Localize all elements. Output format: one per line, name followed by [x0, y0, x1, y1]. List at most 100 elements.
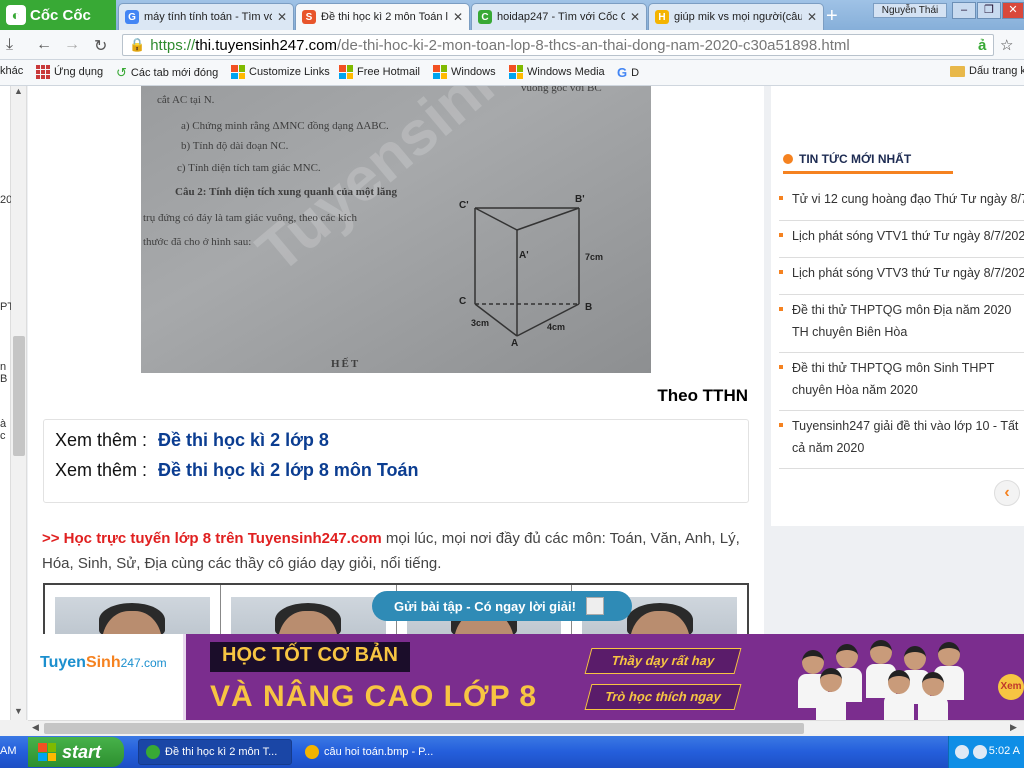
- coccoc-logo-icon: ◐: [6, 5, 26, 25]
- news-item[interactable]: Đề thi thử THPTQG môn Địa năm 2020 TH ch…: [779, 295, 1024, 353]
- taskbar-item-paint[interactable]: câu hoi toán.bmp - P...: [298, 739, 452, 765]
- label-ab: 4cm: [547, 322, 565, 332]
- close-window-button[interactable]: ✕: [1002, 2, 1024, 19]
- reload-button[interactable]: ↻: [94, 36, 107, 56]
- submit-homework-label: Gửi bài tập - Có ngay lời giải!: [394, 598, 576, 614]
- prism-diagram: C' B' A' C B A 7cm 3cm 4cm: [459, 194, 603, 346]
- scroll-up-icon[interactable]: ▲: [14, 86, 23, 96]
- coccoc-icon: C: [478, 10, 492, 24]
- bookmark-free-hotmail[interactable]: Free Hotmail: [339, 65, 420, 79]
- sidebar-heading-text: TIN TỨC MỚI NHẤT: [799, 151, 912, 166]
- forward-button[interactable]: →: [64, 36, 80, 54]
- submit-homework-button[interactable]: Gửi bài tập - Có ngay lời giải!: [372, 591, 632, 621]
- coccoc-translate-icon[interactable]: ả: [978, 37, 986, 54]
- bookmark-label: Customize Links: [249, 66, 330, 78]
- bookmark-windows-media[interactable]: Windows Media: [509, 65, 605, 79]
- scroll-left-icon[interactable]: ◀: [32, 722, 39, 733]
- windows-taskbar: AM start Đề thi học kì 2 môn T... câu ho…: [0, 736, 1024, 768]
- bookmark-windows[interactable]: Windows: [433, 65, 496, 79]
- exam-line: vuông góc với BC: [521, 86, 602, 94]
- minimize-button[interactable]: –: [952, 2, 976, 19]
- browser-brand: Cốc Cốc: [30, 6, 91, 24]
- horizontal-scrollbar[interactable]: ◀ ▶: [28, 720, 1024, 736]
- broken-image-icon: [585, 597, 604, 615]
- see-more-link[interactable]: Đề thi học kì 2 lớp 8: [158, 430, 329, 450]
- scrollbar-thumb[interactable]: [13, 336, 25, 456]
- google-icon: G: [617, 65, 628, 80]
- new-tab-button[interactable]: +: [826, 5, 838, 28]
- bookmark-customize-links[interactable]: Customize Links: [231, 65, 330, 79]
- vertical-scrollbar[interactable]: ▲ ▼: [11, 86, 27, 720]
- browser-logo[interactable]: ◐ Cốc Cốc: [0, 0, 116, 30]
- bookmark-other[interactable]: khác: [0, 65, 23, 77]
- close-tab-icon[interactable]: ✕: [807, 10, 817, 24]
- taskbar-edge-time: AM: [0, 745, 17, 757]
- tab-title: giúp mik vs mọi người(câu h: [674, 11, 802, 23]
- paint-icon: [305, 745, 319, 759]
- scrollbar-thumb[interactable]: [44, 723, 804, 734]
- tab-bar: ◐ Cốc Cốc G máy tính tính toán - Tìm với…: [0, 0, 1024, 30]
- back-button[interactable]: ←: [36, 36, 52, 54]
- sidebar-heading: TIN TỨC MỚI NHẤT: [783, 146, 953, 174]
- article-source: Theo TTHN: [657, 386, 748, 405]
- see-more-prefix: Xem thêm :: [55, 430, 148, 450]
- user-profile-badge[interactable]: Nguyễn Thái: [873, 3, 947, 18]
- address-bar[interactable]: 🔒 https://thi.tuyensinh247.com/de-thi-ho…: [122, 34, 994, 56]
- promo-banner[interactable]: TuyenSinh247.com HỌC TỐT CƠ BẢN VÀ NÂNG …: [28, 634, 1024, 720]
- tab-help-question[interactable]: H giúp mik vs mọi người(câu h ✕: [648, 3, 824, 30]
- bookmark-apps[interactable]: Ứng dụng: [36, 65, 103, 79]
- label-c: C: [459, 296, 466, 307]
- news-item[interactable]: Tử vi 12 cung hoàng đạo Thứ Tư ngày 8/7/…: [779, 184, 1024, 221]
- windows-icon: [509, 65, 523, 79]
- see-more-box: Xem thêm : Đề thi học kì 2 lớp 8 Xem thê…: [43, 419, 749, 503]
- exam-line: cắt AC tại N.: [157, 94, 215, 106]
- hoc24-icon: H: [655, 10, 669, 24]
- page-viewport: 20 PT n B à c ▲ ▼ Tuyensinh vuông góc vớ…: [0, 86, 1024, 720]
- banner-view-button[interactable]: Xem: [998, 674, 1024, 700]
- start-label: start: [62, 741, 102, 762]
- label-c1: C': [459, 200, 469, 211]
- close-tab-icon[interactable]: ✕: [453, 10, 463, 24]
- bookmark-other-folder[interactable]: Dấu trang k: [950, 65, 1024, 77]
- tuyensinh-icon: S: [302, 10, 316, 24]
- maximize-button[interactable]: ❐: [977, 2, 1001, 19]
- bookmark-recent-tabs[interactable]: ↺ Các tab mới đóng: [116, 65, 218, 81]
- bookmark-star-icon[interactable]: ☆: [1000, 36, 1013, 54]
- taskbar-clock[interactable]: 5:02 A: [989, 745, 1020, 757]
- windows-icon: [231, 65, 245, 79]
- bookmarks-bar: khác Ứng dụng ↺ Các tab mới đóng Customi…: [0, 60, 1024, 86]
- tab-hoidap247[interactable]: C hoidap247 - Tìm với Cốc Cốc ✕: [471, 3, 647, 30]
- navigation-bar: ⤓ ← → ↻ 🔒 https://thi.tuyensinh247.com/d…: [0, 30, 1024, 60]
- see-more-link[interactable]: Đề thi học kì 2 lớp 8 môn Toán: [158, 460, 419, 480]
- bookmark-google[interactable]: G D: [617, 65, 639, 80]
- banner-headline-2: VÀ NÂNG CAO LỚP 8: [210, 680, 538, 713]
- windows-flag-icon: [38, 743, 56, 761]
- start-button[interactable]: start: [28, 737, 124, 767]
- brand-part: Sinh: [85, 654, 121, 671]
- news-item[interactable]: Lịch phát sóng VTV1 thứ Tư ngày 8/7/2020: [779, 221, 1024, 258]
- bookmark-label: Windows Media: [527, 66, 605, 78]
- coccoc-icon: [146, 745, 160, 759]
- close-tab-icon[interactable]: ✕: [277, 10, 287, 24]
- tab-exam-page[interactable]: S Đề thi học kì 2 môn Toán lớp ✕: [295, 3, 470, 30]
- banner-brand-area: TuyenSinh247.com: [28, 634, 186, 720]
- exam-line: a) Chứng minh rằng ΔMNC đồng dạng ΔABC.: [181, 120, 389, 132]
- download-icon[interactable]: ⤓: [6, 36, 13, 54]
- label-a1: A': [519, 250, 529, 261]
- close-tab-icon[interactable]: ✕: [630, 10, 640, 24]
- windows-icon: [339, 65, 353, 79]
- news-item[interactable]: Tuyensinh247 giải đề thi vào lớp 10 - Tấ…: [779, 411, 1024, 469]
- banner-tag: Trò học thích ngay: [584, 684, 742, 710]
- taskbar-item-browser[interactable]: Đề thi học kì 2 môn T...: [138, 739, 292, 765]
- news-item[interactable]: Đề thi thử THPTQG môn Sinh THPT chuyên H…: [779, 353, 1024, 411]
- bookmark-label: Ứng dụng: [54, 66, 104, 78]
- tab-search-calculator[interactable]: G máy tính tính toán - Tìm với ✕: [118, 3, 294, 30]
- scroll-down-icon[interactable]: ▼: [14, 706, 23, 716]
- scroll-right-icon[interactable]: ▶: [1010, 722, 1017, 733]
- sidebar-prev-button[interactable]: ‹: [994, 480, 1020, 506]
- tray-network-icon[interactable]: [973, 745, 987, 759]
- news-item[interactable]: Lịch phát sóng VTV3 thứ Tư ngày 8/7/2020: [779, 258, 1024, 295]
- exam-line: Câu 2: Tính diện tích xung quanh của một…: [175, 186, 398, 198]
- tray-arrow-icon[interactable]: [955, 745, 969, 759]
- promo-link[interactable]: >> Học trực tuyến lớp 8 trên Tuyensinh24…: [42, 530, 382, 547]
